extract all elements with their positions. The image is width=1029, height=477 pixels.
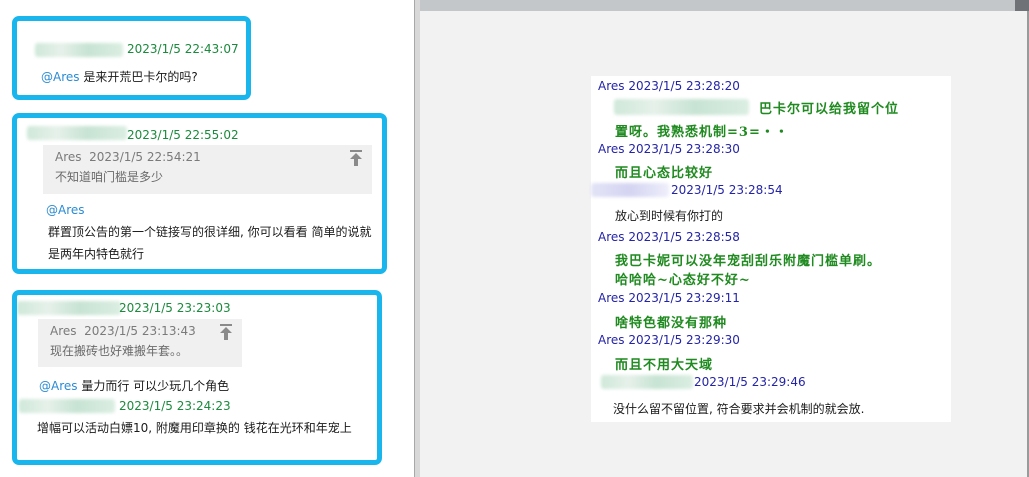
redacted-username (27, 126, 127, 140)
redacted-username (17, 301, 121, 315)
message-card[interactable]: 2023/1/5 22:55:02 Ares 2023/1/5 22:54:21… (12, 113, 387, 274)
log-message: 我巴卡妮可以没年宠刮刮乐附魔门槛单刷。 (615, 254, 882, 269)
log-header: Ares 2023/1/5 23:29:11 (598, 291, 740, 305)
message-timestamp: 2023/1/5 23:23:03 (119, 301, 231, 315)
left-chat-pane: 2023/1/5 22:43:07 @Ares 是来开荒巴卡尔的吗? 2023/… (0, 0, 414, 477)
log-message: 啥特色都没有那种 (615, 316, 728, 331)
log-message: 巴卡尔可以给我留个位 (759, 102, 900, 117)
message-card[interactable]: 2023/1/5 22:43:07 @Ares 是来开荒巴卡尔的吗? (12, 16, 251, 100)
quote-sender: Ares (55, 150, 82, 164)
image-viewer-pane: Ares 2023/1/5 23:28:20 巴卡尔可以给我留个位 置呀。我熟悉… (420, 0, 1029, 477)
log-message: 而且心态比较好 (615, 166, 714, 181)
message-timestamp: 2023/1/5 22:55:02 (127, 128, 239, 142)
message-card[interactable]: 2023/1/5 23:23:03 Ares 2023/1/5 23:13:43… (12, 290, 382, 465)
mention-link[interactable]: @Ares (41, 70, 80, 84)
message-text: @Ares 是来开荒巴卡尔的吗? (41, 68, 198, 85)
log-header: Ares 2023/1/5 23:29:30 (598, 333, 740, 347)
quote-text: 现在搬砖也好难搬年套。。 (50, 344, 189, 358)
quoted-message[interactable]: Ares 2023/1/5 22:54:21 不知道咱门槛是多少 (43, 145, 372, 194)
mention-link[interactable]: @Ares (39, 379, 78, 393)
mention-link[interactable]: @Ares (46, 203, 85, 217)
redacted-username (35, 43, 123, 57)
log-header: 2023/1/5 23:29:46 (694, 375, 806, 389)
log-message: 哈哈哈~心态好不好~ (615, 273, 751, 288)
quote-text: 不知道咱门槛是多少 (55, 170, 164, 184)
redacted-text (614, 99, 749, 115)
pin-to-top-icon[interactable] (218, 323, 234, 341)
viewer-topbar (420, 0, 1029, 11)
message-timestamp: 2023/1/5 22:43:07 (127, 42, 239, 56)
log-header: Ares 2023/1/5 23:28:30 (598, 142, 740, 156)
message-text: 增幅可以活动白嫖10, 附魔用印章换的 钱花在光环和年宠上 (37, 421, 352, 435)
quote-time: 2023/1/5 23:13:43 (84, 324, 196, 338)
log-header: 2023/1/5 23:28:54 (671, 183, 783, 197)
redacted-username (591, 183, 669, 197)
log-message: 而且不用大天域 (615, 358, 714, 373)
message-body: 量力而行 可以少玩几个角色 (77, 379, 230, 393)
quote-time: 2023/1/5 22:54:21 (89, 150, 201, 164)
log-message: 没什么留不留位置, 符合要求并会机制的就会放. (613, 402, 865, 416)
quote-header: Ares 2023/1/5 23:13:43 (50, 324, 196, 338)
log-message: 置呀。我熟悉机制=3=・・ (615, 125, 789, 140)
redacted-username (19, 399, 115, 413)
log-header: Ares 2023/1/5 23:28:20 (598, 79, 740, 93)
quoted-message[interactable]: Ares 2023/1/5 23:13:43 现在搬砖也好难搬年套。。 (38, 319, 242, 367)
quote-sender: Ares (50, 324, 77, 338)
log-message: 放心到时候有你打的 (615, 209, 724, 223)
redacted-username (601, 375, 693, 389)
log-header: Ares 2023/1/5 23:28:58 (598, 230, 740, 244)
chat-log-screenshot: Ares 2023/1/5 23:28:20 巴卡尔可以给我留个位 置呀。我熟悉… (591, 76, 951, 422)
pin-to-top-icon[interactable] (348, 149, 364, 167)
message-body: 是来开荒巴卡尔的吗? (79, 70, 198, 84)
message-timestamp: 2023/1/5 23:24:23 (119, 399, 231, 413)
quote-header: Ares 2023/1/5 22:54:21 (55, 150, 201, 164)
message-text: 群置顶公告的第一个链接写的很详细, 你可以看看 简单的说就是两年内特色就行 (48, 225, 372, 261)
message-text: @Ares 量力而行 可以少玩几个角色 (39, 377, 229, 394)
